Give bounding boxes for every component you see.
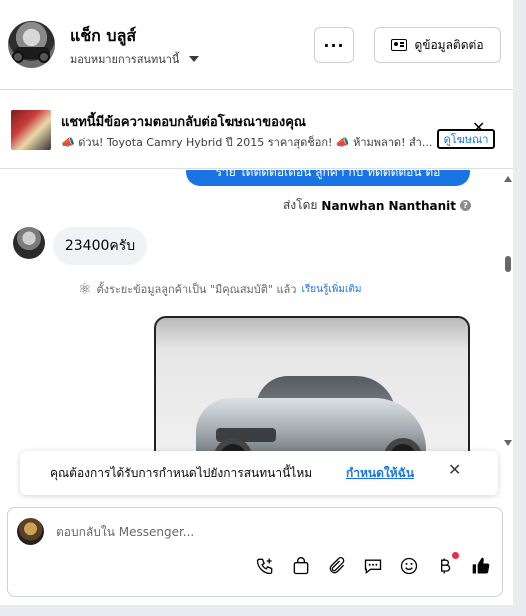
sent-by-prefix: ส่งโดย	[282, 198, 318, 212]
avatar-wheel	[38, 51, 50, 63]
reply-input[interactable]	[56, 522, 456, 542]
scroll-down-arrow-icon[interactable]	[504, 440, 512, 446]
shopping-bag-icon[interactable]	[290, 555, 312, 577]
outgoing-message-bubble[interactable]: ราย ได้ติดต่อเดือน ลูกค้า กับ ทดีติดต่อน…	[186, 170, 470, 186]
emoji-icon[interactable]	[398, 555, 420, 577]
sent-by-label: ส่งโดย Nanwhan Nanthanit ?	[283, 196, 471, 215]
car-photo-attachment[interactable]	[154, 316, 470, 460]
assign-suggestion-bar: คุณต้องการได้รับการกำหนดไปยังการสนทนานี้…	[20, 451, 498, 495]
assign-suggestion-text: คุณต้องการได้รับการกำหนดไปยังการสนทนานี้…	[50, 466, 313, 480]
conversation-panel: แช็ก บลูส์ มอบหมายการสนทนานี้ ··· ดูข้อม…	[0, 0, 513, 605]
assign-conversation-dropdown[interactable]: มอบหมายการสนทนานี้	[70, 50, 200, 68]
view-contact-button[interactable]: ดูข้อมูลติดต่อ	[374, 27, 501, 63]
chat-bubbles-icon[interactable]	[362, 555, 384, 577]
thread-scrollbar[interactable]	[503, 170, 513, 460]
page-avatar	[17, 518, 44, 545]
more-options-button[interactable]: ···	[314, 27, 354, 63]
notification-dot	[452, 552, 459, 559]
scroll-up-arrow-icon[interactable]	[504, 176, 512, 182]
scrollbar-thumb[interactable]	[505, 256, 511, 272]
baht-icon[interactable]	[434, 552, 459, 577]
avatar-wheel	[12, 51, 24, 63]
atom-icon: ⚛	[78, 280, 92, 298]
more-options-label: ···	[323, 35, 345, 55]
sent-by-name: Nanwhan Nanthanit	[321, 198, 456, 213]
ad-banner-title: แชทนี้มีข้อความตอบกลับต่อโฆษณาของคุณ	[61, 115, 306, 130]
conversation-header: แช็ก บลูส์ มอบหมายการสนทนานี้ ··· ดูข้อม…	[0, 0, 513, 90]
system-note: ⚛ ตั้งระยะข้อมูลลูกค้าเป็น "มีคุณสมบัติ"…	[78, 280, 361, 298]
ad-snippet: 📣 ด่วน! Toyota Camry Hybrid ปี 2015 ราคา…	[61, 136, 433, 149]
contact-name[interactable]: แช็ก บลูส์	[70, 24, 136, 49]
assign-to-me-link[interactable]: กำหนดให้ฉัน	[346, 464, 414, 483]
contact-avatar[interactable]	[8, 21, 55, 68]
view-contact-label: ดูข้อมูลติดต่อ	[414, 37, 484, 52]
close-icon[interactable]: ✕	[448, 462, 461, 478]
contact-card-icon	[391, 39, 408, 51]
paperclip-icon[interactable]	[326, 555, 348, 577]
assign-label: มอบหมายการสนทนานี้	[70, 53, 180, 66]
phone-plus-icon[interactable]	[254, 555, 276, 577]
incoming-message-bubble[interactable]: 23400ครับ	[53, 227, 147, 265]
sender-avatar[interactable]	[13, 227, 45, 259]
ad-reply-banner: แชทนี้มีข้อความตอบกลับต่อโฆษณาของคุณ 📣 ด…	[0, 91, 513, 169]
view-ad-button[interactable]: ดูโฆษณา	[437, 129, 495, 149]
thumbs-up-icon[interactable]	[470, 555, 492, 577]
ad-thumbnail[interactable]	[11, 110, 51, 150]
composer-toolbar	[254, 552, 492, 577]
message-composer	[7, 507, 503, 597]
learn-more-link[interactable]: เรียนรู้เพิ่มเติม	[301, 282, 361, 297]
system-note-text: ตั้งระยะข้อมูลลูกค้าเป็น "มีคุณสมบัติ" แ…	[96, 283, 297, 296]
info-icon[interactable]: ?	[460, 200, 471, 211]
message-thread: ราย ได้ติดต่อเดือน ลูกค้า กับ ทดีติดต่อน…	[0, 170, 513, 460]
caret-down-icon	[189, 56, 200, 62]
